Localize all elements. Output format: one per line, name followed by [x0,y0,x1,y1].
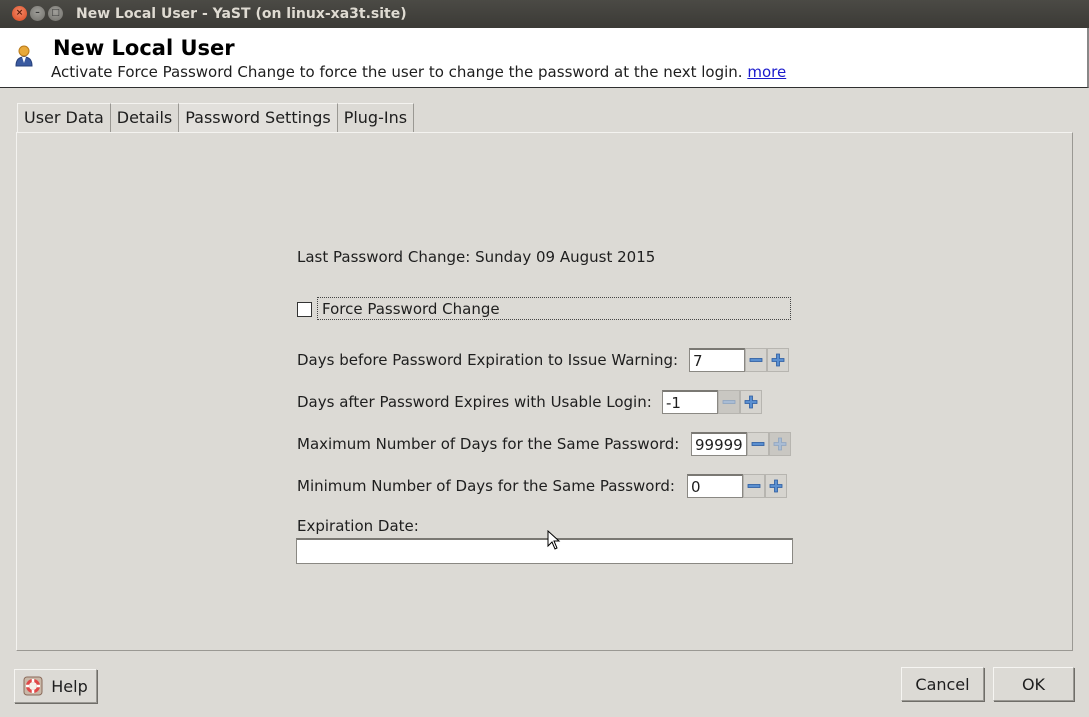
plus-icon [769,479,783,493]
title-bar: × – □ New Local User - YaST (on linux-xa… [0,0,1089,28]
plus-icon [744,395,758,409]
min-days-input[interactable] [687,474,743,498]
warning-days-increment-button[interactable] [767,348,789,372]
expiration-date-label: Expiration Date: [297,517,419,535]
force-password-change-row[interactable]: Force Password Change [297,297,793,322]
force-password-change-label[interactable]: Force Password Change [317,297,791,320]
max-days-spinbox [691,432,791,456]
max-days-increment-button[interactable] [769,432,791,456]
plus-icon [773,437,787,451]
warning-days-label: Days before Password Expiration to Issue… [297,351,679,369]
max-days-input[interactable] [691,432,747,456]
inactive-days-spinbox [662,390,762,414]
plus-icon [771,353,785,367]
inactive-days-label: Days after Password Expires with Usable … [297,393,652,411]
lifebuoy-icon [23,676,43,696]
force-password-change-checkbox[interactable] [297,302,312,317]
tab-plug-ins[interactable]: Plug-Ins [337,103,415,132]
minus-icon [749,358,763,362]
ok-button[interactable]: OK [993,667,1074,701]
max-days-label: Maximum Number of Days for the Same Pass… [297,435,680,453]
dialog-title: New Local User [53,36,235,60]
min-days-decrement-button[interactable] [743,474,765,498]
dialog-description: Activate Force Password Change to force … [51,63,786,81]
min-days-label: Minimum Number of Days for the Same Pass… [297,477,675,495]
tab-details[interactable]: Details [110,103,180,132]
minimize-window-button[interactable]: – [30,6,45,21]
help-button-label: Help [51,676,88,696]
cancel-button[interactable]: Cancel [901,667,984,701]
expiration-date-input[interactable] [296,538,793,564]
tab-panel [16,132,1073,651]
warning-days-spinbox [689,348,789,372]
max-days-decrement-button[interactable] [747,432,769,456]
last-password-change-label: Last Password Change: Sunday 09 August 2… [297,248,656,266]
tab-password-settings[interactable]: Password Settings [179,103,338,132]
mouse-cursor-icon [547,530,561,550]
minus-icon [747,484,761,488]
tab-user-data[interactable]: User Data [17,103,111,132]
window-title: New Local User - YaST (on linux-xa3t.sit… [76,6,407,22]
minus-icon [751,442,765,446]
tab-bar: User Data Details Password Settings Plug… [17,103,415,132]
description-text: Activate Force Password Change to force … [51,63,743,81]
minus-icon [722,400,736,404]
warning-days-decrement-button[interactable] [745,348,767,372]
inactive-days-increment-button[interactable] [740,390,762,414]
close-window-button[interactable]: × [12,6,27,21]
min-days-spinbox [687,474,787,498]
warning-days-input[interactable] [689,348,745,372]
dialog-header: New Local User Activate Force Password C… [0,28,1089,88]
more-link[interactable]: more [747,63,786,81]
user-icon [15,45,33,67]
help-button[interactable]: Help [14,669,97,703]
inactive-days-input[interactable] [662,390,718,414]
inactive-days-decrement-button[interactable] [718,390,740,414]
maximize-window-button[interactable]: □ [48,6,63,21]
min-days-increment-button[interactable] [765,474,787,498]
